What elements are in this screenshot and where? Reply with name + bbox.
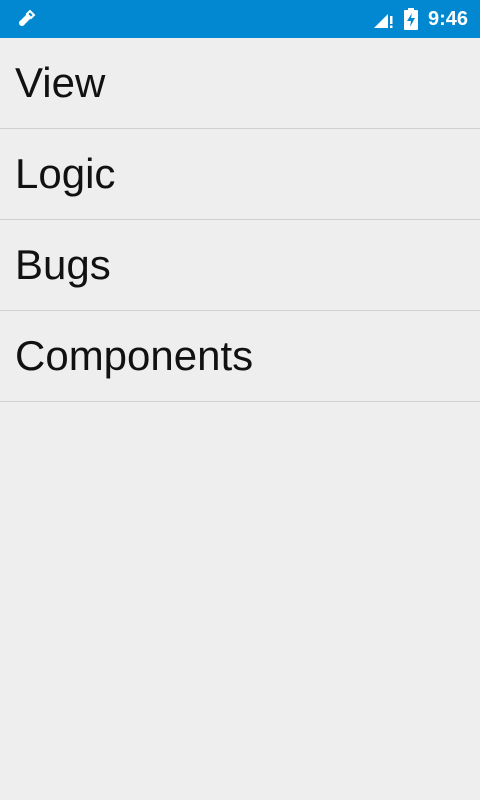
signal-no-data-icon xyxy=(372,8,394,30)
status-icons: 9:46 xyxy=(372,0,468,38)
battery-charging-icon xyxy=(403,8,418,30)
list-item-label: Logic xyxy=(15,150,116,197)
status-clock: 9:46 xyxy=(427,8,468,30)
list-item-components[interactable]: Components xyxy=(0,311,480,402)
list-item-view[interactable]: View xyxy=(0,38,480,129)
list-item-bugs[interactable]: Bugs xyxy=(0,220,480,311)
usb-debug-icon xyxy=(16,9,38,29)
menu-list: View Logic Bugs Components xyxy=(0,38,480,402)
list-item-label: View xyxy=(15,59,106,106)
status-bar: 9:46 xyxy=(0,0,480,38)
list-item-label: Bugs xyxy=(15,241,111,288)
list-item-label: Components xyxy=(15,332,254,379)
list-item-logic[interactable]: Logic xyxy=(0,129,480,220)
